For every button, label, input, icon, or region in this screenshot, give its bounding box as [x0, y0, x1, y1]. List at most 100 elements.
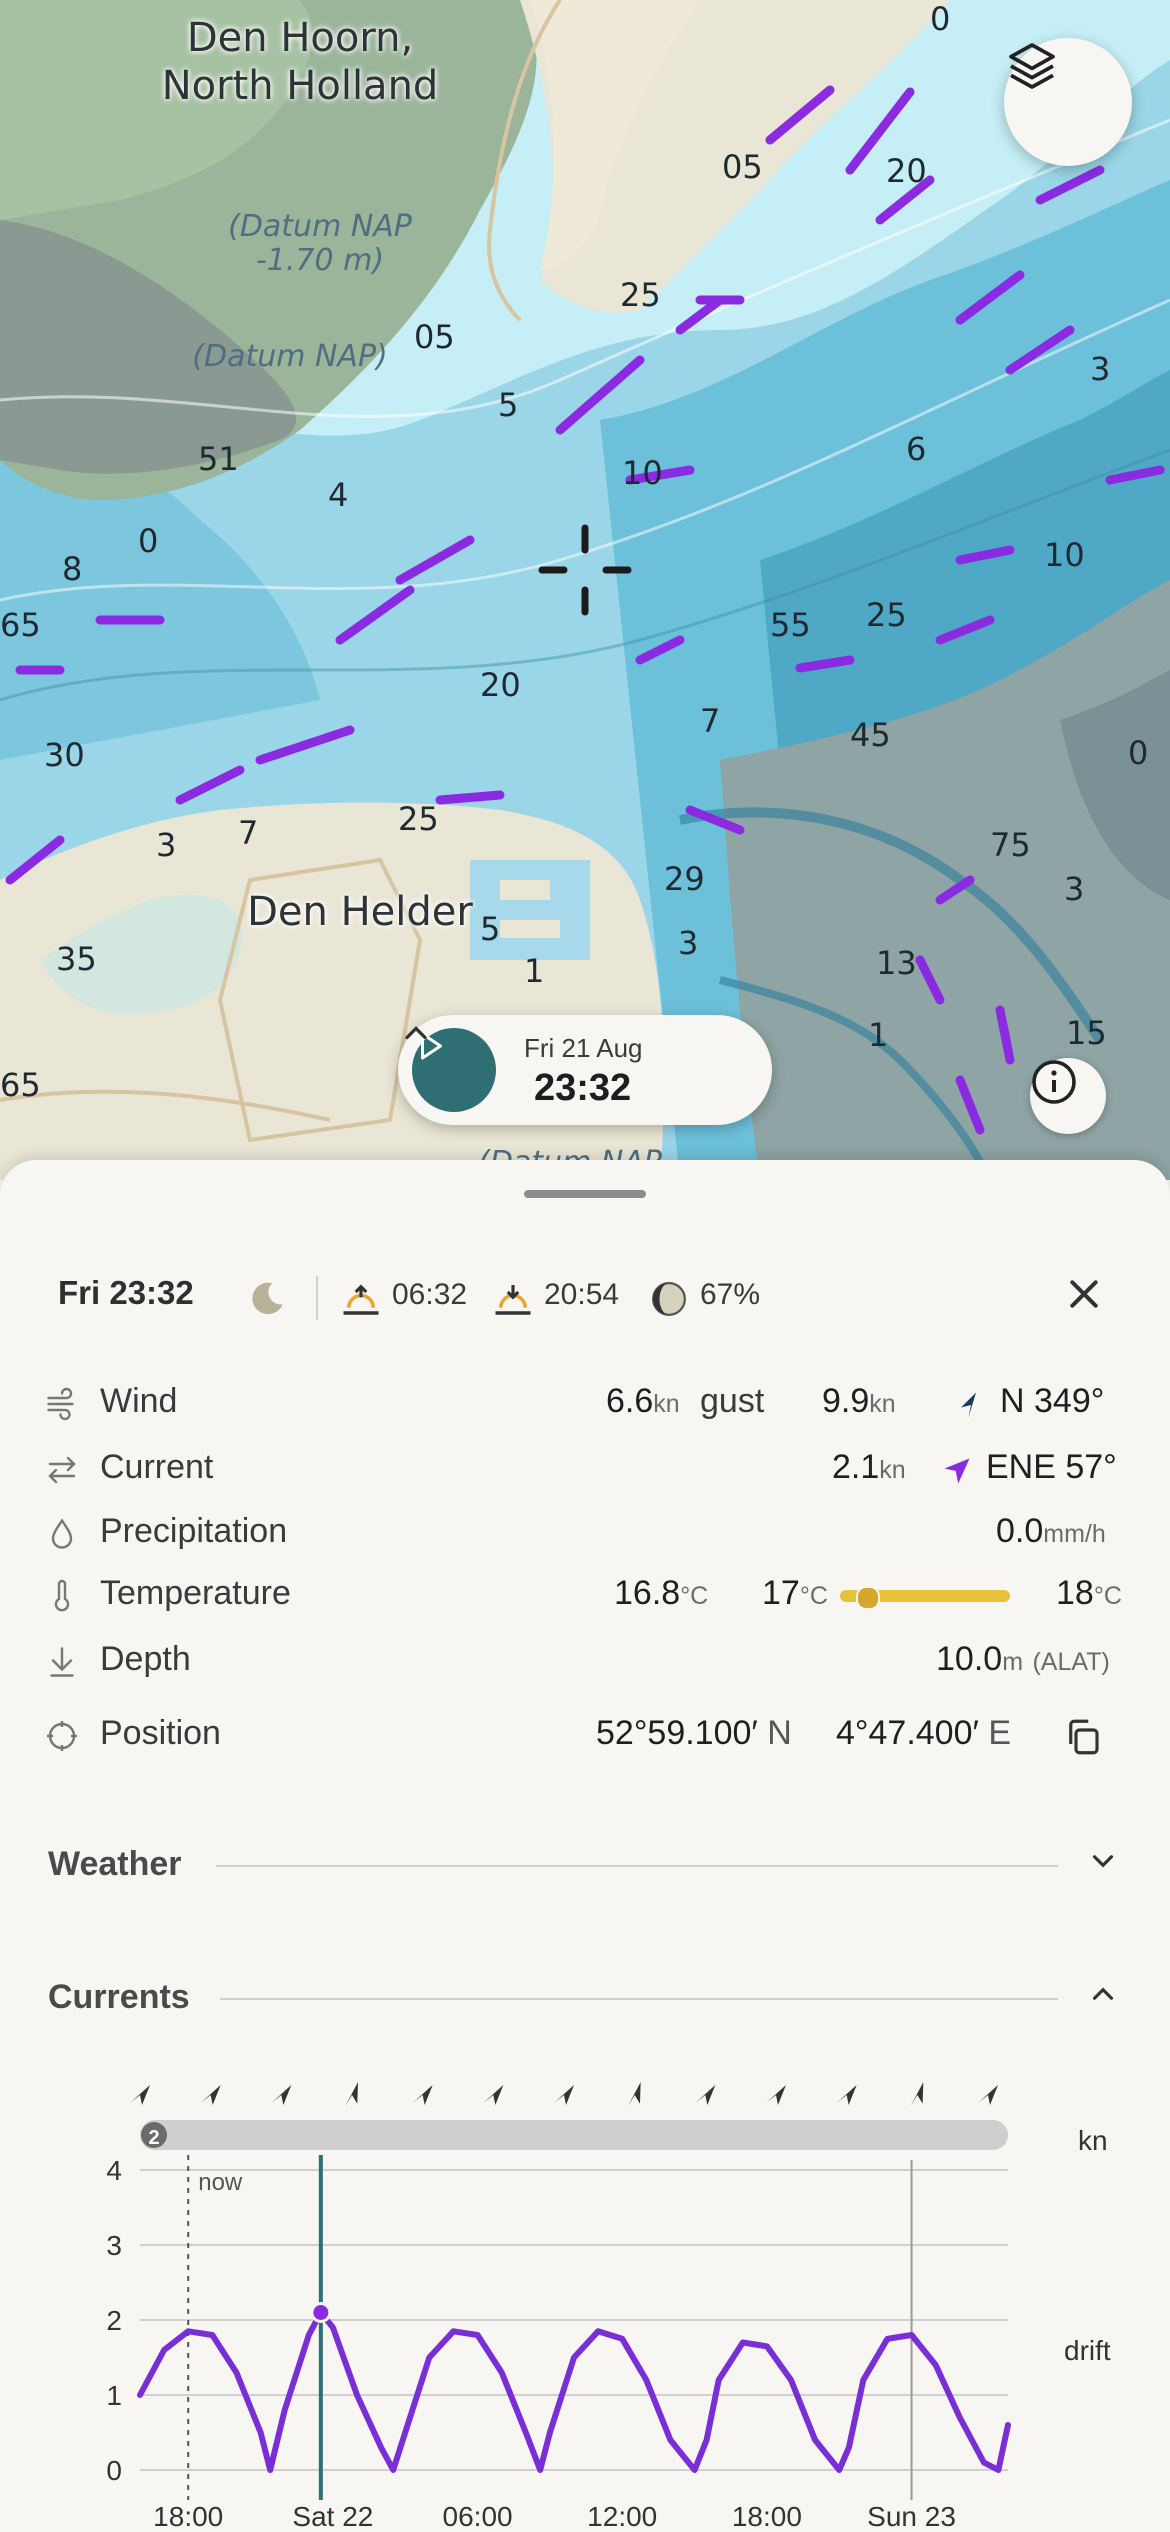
selected-point: [310, 2302, 332, 2323]
direction-arrow: [836, 2085, 857, 2105]
temperature-unit: °C: [680, 1582, 709, 1610]
current-icon: [48, 1456, 76, 1484]
layers-icon: [1009, 43, 1055, 89]
range-bar: [140, 2120, 1008, 2150]
depth-sounding: 45: [850, 716, 891, 754]
gust-unit: kn: [869, 1390, 896, 1418]
row-depth: Depth 10.0m (ALAT): [44, 1636, 1124, 1686]
sunset-icon: [495, 1285, 531, 1315]
depth-sounding: 65: [0, 606, 41, 644]
thermometer-icon: [54, 1579, 70, 1612]
section-weather-title[interactable]: Weather: [48, 1845, 182, 1884]
section-divider: [220, 1998, 1058, 2000]
current-direction-icon: [944, 1458, 970, 1484]
current-direction: ENE 57°: [986, 1448, 1117, 1486]
depth-sounding: 0: [1128, 734, 1149, 772]
datum-label: (Datum NAP: [228, 209, 412, 244]
place-den-helder: Den Helder: [247, 889, 473, 935]
row-position: Position 52°59.100′ N 4°47.400′ E: [44, 1710, 1124, 1760]
gust-speed: 9.9: [822, 1382, 870, 1420]
temperature-max: 18: [1056, 1574, 1094, 1612]
depth-sounding: 4: [328, 476, 349, 514]
datum-label: (Datum NAP): [192, 339, 388, 374]
x-tick-label: 18:00: [153, 2501, 223, 2532]
temperature-min-unit: °C: [799, 1582, 828, 1610]
y-unit-label: kn: [1078, 2125, 1108, 2156]
depth-sounding: 13: [876, 944, 917, 982]
direction-arrow: [345, 2082, 358, 2106]
wind-icon: [47, 1387, 74, 1421]
depth-sounding: 05: [414, 318, 455, 356]
depth-sounding: 25: [866, 596, 907, 634]
depth-sounding: 5: [498, 386, 519, 424]
moon-phase-icon: [652, 1282, 686, 1316]
depth-sounding: 3: [678, 924, 699, 962]
sunrise-time: 06:32: [392, 1278, 468, 1311]
depth-sounding: 35: [56, 940, 97, 978]
x-tick-label: Sat 22: [292, 2501, 373, 2532]
direction-arrow: [978, 2085, 998, 2105]
temperature-max-unit: °C: [1093, 1582, 1122, 1610]
chevron-down-icon[interactable]: [1086, 1844, 1120, 1878]
nautical-map[interactable]: Den Hoorn, North Holland Den Helder (Dat…: [0, 0, 1170, 1180]
row-current: Current 2.1kn ENE 57°: [44, 1444, 1124, 1494]
currents-chart[interactable]: 0 1 2 3 4 2 kn drift now 18:00 Sat 22 06:00 12:00 18:…: [0, 2060, 1170, 2532]
y-tick-label: 4: [106, 2155, 122, 2186]
copy-icon[interactable]: [1062, 1716, 1104, 1758]
current-unit: kn: [879, 1456, 906, 1484]
depth-sounding: 7: [700, 702, 721, 740]
depth-sounding: 7: [238, 814, 259, 852]
depth-sounding: 30: [44, 736, 85, 774]
sunset-time: 20:54: [544, 1278, 620, 1311]
temperature-label: Temperature: [100, 1574, 291, 1612]
precipitation-label: Precipitation: [100, 1512, 288, 1550]
depth-sounding: 3: [1064, 870, 1085, 908]
depth-sounding: 0: [930, 0, 951, 38]
chevron-up-icon[interactable]: [398, 1015, 434, 1051]
info-button[interactable]: [1030, 1058, 1106, 1134]
longitude-hemisphere: E: [988, 1714, 1012, 1752]
y-tick-label: 1: [106, 2380, 122, 2411]
direction-arrow: [554, 2085, 574, 2105]
direction-arrow: [271, 2085, 292, 2105]
layers-button[interactable]: [1004, 38, 1132, 166]
direction-arrow: [483, 2085, 504, 2105]
row-wind: Wind 6.6kn gust 9.9kn N 349°: [44, 1378, 1124, 1428]
current-speed: 2.1: [832, 1448, 880, 1486]
depth-icon: [50, 1647, 74, 1677]
depth-sounding: 5: [480, 910, 501, 948]
depth-sounding: 20: [886, 152, 927, 190]
chevron-up-icon[interactable]: [1086, 1977, 1120, 2011]
latitude-hemisphere: N: [767, 1714, 792, 1752]
depth-value: 10.0: [936, 1640, 1003, 1678]
map-canvas[interactable]: [0, 0, 1170, 1180]
droplet-icon: [51, 1518, 73, 1549]
depth-sounding: 55: [770, 606, 811, 644]
depth-sounding: 75: [990, 826, 1031, 864]
x-tick-label: 06:00: [443, 2501, 513, 2532]
wind-label: Wind: [100, 1382, 178, 1420]
depth-sounding: 25: [398, 800, 439, 838]
y-tick-label: 0: [106, 2455, 122, 2486]
now-label: now: [198, 2169, 243, 2196]
direction-arrow: [412, 2085, 433, 2105]
depth-sounding: 20: [480, 666, 521, 704]
depth-sounding: 3: [1090, 350, 1111, 388]
depth-sounding: 1: [868, 1016, 889, 1054]
x-tick-label: 12:00: [587, 2501, 657, 2532]
close-icon[interactable]: [1064, 1274, 1104, 1314]
wind-direction: N 349°: [1000, 1382, 1105, 1420]
depth-reference: (ALAT): [1032, 1648, 1110, 1676]
time-scrubber-pill[interactable]: Fri 21 Aug 23:32: [398, 1015, 772, 1125]
depth-sounding: 1: [524, 952, 545, 990]
precipitation-value: 0.0: [996, 1512, 1044, 1550]
range-badge-label: 2: [148, 2127, 159, 2149]
section-currents-title[interactable]: Currents: [48, 1978, 190, 2017]
sheet-grabber[interactable]: [524, 1190, 646, 1198]
series-label: drift: [1064, 2335, 1111, 2366]
temperature-current-marker: [855, 1586, 880, 1610]
header-divider: [316, 1276, 318, 1320]
wind-speed: 6.6: [606, 1382, 654, 1420]
precipitation-unit: mm/h: [1043, 1520, 1106, 1548]
depth-sounding: 25: [620, 276, 661, 314]
